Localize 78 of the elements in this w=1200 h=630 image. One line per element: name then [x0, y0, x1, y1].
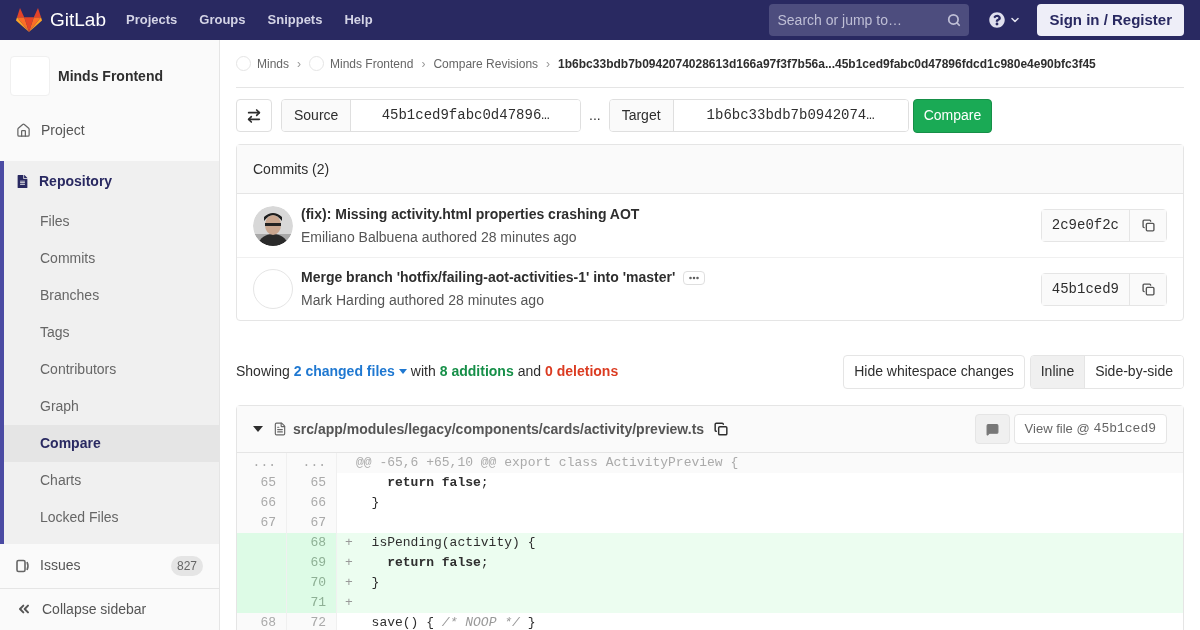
sidebar-subitem[interactable]: Commits: [4, 239, 219, 277]
commit-author[interactable]: Emiliano Balbuena: [301, 226, 418, 248]
breadcrumb-link[interactable]: 1b6bc33bdb7b0942074028613d166a97f3f7b56a...45b1ced9fabc0d47896fdcd1c980e4e90bfc3f45: [558, 54, 1096, 73]
range-separator: ...: [589, 106, 601, 125]
nav-link[interactable]: Help: [344, 10, 373, 30]
commit-title[interactable]: (fix): Missing activity.html properties crashing AOT: [301, 203, 640, 225]
sidebar-item[interactable]: Repository: [39, 171, 113, 193]
collapse-sidebar-button[interactable]: Collapse sidebar: [0, 587, 219, 630]
breadcrumb-link[interactable]: Compare Revisions: [433, 54, 539, 73]
count-badge: 827: [170, 555, 203, 576]
search-input[interactable]: Search or jump to…: [777, 9, 948, 31]
commit-sha[interactable]: 45b1ced9: [1041, 273, 1130, 305]
sidebar-subitem[interactable]: Compare: [4, 424, 219, 462]
breadcrumb-separator: ›: [297, 55, 301, 73]
showing-label: Showing: [236, 362, 290, 381]
breadcrumb-link[interactable]: Minds Frontend: [330, 54, 414, 73]
breadcrumb-separator: ›: [421, 55, 426, 73]
view-mode-toggle[interactable]: Inline: [1030, 355, 1085, 388]
project-name[interactable]: Minds Frontend: [58, 65, 163, 87]
commits-title: Commits (2): [253, 159, 330, 179]
view-file-button[interactable]: View file @ 45b1ced9: [1013, 414, 1167, 444]
nav-link[interactable]: Snippets: [267, 10, 323, 30]
sidebar-item-label: Project: [41, 121, 86, 141]
sidebar-item[interactable]: Project: [0, 108, 219, 153]
sidebar-subitem[interactable]: Branches: [4, 276, 219, 314]
file-path[interactable]: src/app/modules/legacy/components/cards/activity/preview.ts: [293, 418, 705, 440]
help-icon: [989, 12, 1006, 28]
commit-title[interactable]: Merge branch 'hotfix/failing-aot-activities-1' into 'master': [301, 267, 676, 288]
sidebar-subitem[interactable]: Contributors: [4, 350, 219, 388]
sidebar-item-label: Issues: [40, 556, 82, 576]
help-menu-button[interactable]: [989, 12, 1022, 28]
changed-files-dropdown[interactable]: 2 changed files: [293, 361, 407, 382]
caret-icon: [398, 369, 407, 374]
gitlab-logo-icon[interactable]: [16, 8, 42, 32]
sidebar-subitem[interactable]: Files: [4, 202, 219, 240]
nav-link[interactable]: Projects: [126, 10, 178, 30]
copy-sha-button[interactable]: [1130, 210, 1166, 241]
brand-name[interactable]: GitLab: [50, 5, 106, 35]
sidebar-subitem[interactable]: Graph: [4, 387, 219, 425]
home-icon: [16, 123, 31, 139]
issues-icon: [16, 558, 30, 573]
nav-link[interactable]: Groups: [199, 10, 246, 30]
search-field[interactable]: Search or jump to…: [769, 4, 970, 36]
sidebar-subitem[interactable]: Tags: [4, 313, 219, 351]
copy-icon: [714, 422, 729, 436]
collapse-caret-icon[interactable]: [253, 426, 263, 432]
hunk-header: @@ -65,6 +65,10 @@ export class ActivityPreview {: [337, 453, 1183, 473]
file-icon: [273, 422, 287, 436]
view-mode-toggle[interactable]: Side-by-side: [1084, 355, 1183, 388]
commit-meta: authored 28 minutes ago: [421, 227, 577, 247]
swap-revisions-button[interactable]: [236, 99, 272, 132]
document-icon: [16, 175, 29, 189]
user-avatar: [253, 269, 293, 309]
copy-path-button[interactable]: [714, 422, 729, 436]
comments-toggle-button[interactable]: [974, 414, 1010, 444]
sidebar-subitem[interactable]: Charts: [4, 461, 219, 499]
source-label: Source: [282, 100, 352, 131]
search-icon: [947, 13, 962, 27]
and-label: and: [517, 362, 542, 381]
deletions-count: 0 deletions: [545, 362, 619, 381]
hide-whitespace-button[interactable]: Hide whitespace changes: [843, 354, 1025, 389]
breadcrumb-link[interactable]: Minds: [257, 54, 289, 73]
commit-author[interactable]: Mark Harding: [301, 290, 386, 311]
additions-count: 8 additions: [439, 362, 514, 381]
commit-sha[interactable]: 2c9e0f2c: [1041, 210, 1130, 241]
expand-description-button[interactable]: [683, 270, 706, 285]
sign-in-button[interactable]: Sign in / Register: [1037, 4, 1184, 36]
sidebar-item[interactable]: Issues 827: [0, 543, 219, 588]
copy-icon: [1141, 219, 1155, 232]
commit-meta: authored 28 minutes ago: [389, 291, 544, 310]
breadcrumb-separator: ›: [546, 55, 551, 73]
with-label: with: [410, 362, 436, 381]
target-label: Target: [609, 100, 674, 131]
swap-icon: [246, 107, 262, 124]
sidebar-subitem[interactable]: Locked Files: [4, 498, 219, 536]
copy-sha-button[interactable]: [1130, 273, 1166, 305]
comment-icon: [985, 422, 999, 436]
copy-icon: [1141, 282, 1155, 296]
